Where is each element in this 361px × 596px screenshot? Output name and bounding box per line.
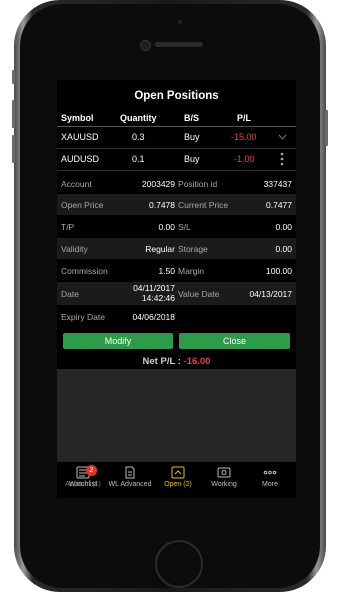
storage-label: Storage xyxy=(178,244,208,254)
open-price-value: 0.7478 xyxy=(149,200,175,210)
row-divider xyxy=(57,170,296,171)
detail-row-prices: Open Price 0.7478 Current Price 0.7477 xyxy=(57,194,296,215)
validity-label: Validity xyxy=(61,244,88,254)
date-value-time: 14:42:46 xyxy=(141,293,175,303)
account-value: 2003429 xyxy=(141,179,175,189)
position-side: Buy xyxy=(184,132,200,142)
sl-value: 0.00 xyxy=(275,222,292,232)
column-header-side: B/S xyxy=(184,113,200,123)
tab-wl-advanced-label: WL Advanced xyxy=(108,481,152,488)
detail-row-expiry: Expiry Date 04/06/2018 xyxy=(57,306,296,327)
position-quantity: 0.3 xyxy=(132,132,145,142)
position-row[interactable]: XAUUSD 0.3 Buy -15.00 xyxy=(57,127,296,148)
commission-value: 1.50 xyxy=(158,266,175,276)
earpiece-speaker xyxy=(155,42,203,47)
volume-down-button xyxy=(12,135,15,163)
margin-label: Margin xyxy=(178,266,204,276)
open-positions-icon xyxy=(171,466,185,479)
detail-row-tp-sl: T/P 0.00 S/L 0.00 xyxy=(57,216,296,237)
position-symbol: AUDUSD xyxy=(61,154,100,164)
net-pl-label: Net P/L : xyxy=(142,356,181,367)
column-header-pl: P/L xyxy=(237,113,252,123)
tab-account-label: Account (1) xyxy=(65,481,101,488)
date-value-day: 04/11/2017 xyxy=(133,283,175,293)
tab-wl-advanced[interactable]: WL Advanced xyxy=(105,466,155,488)
working-orders-icon xyxy=(217,467,231,478)
volume-up-button xyxy=(12,100,15,128)
home-button[interactable] xyxy=(155,540,203,588)
position-quantity: 0.1 xyxy=(132,154,145,164)
more-horizontal-icon xyxy=(263,470,277,475)
tp-label: T/P xyxy=(61,222,75,232)
position-row[interactable]: AUDUSD 0.1 Buy -1.00 xyxy=(57,149,296,170)
tab-label-stack: Watchlist Account (1) xyxy=(59,481,107,490)
detail-row-account: Account 2003429 Position id 337437 xyxy=(57,173,296,194)
net-pl-value: -16.00 xyxy=(183,356,211,367)
commission-label: Commission xyxy=(61,266,108,276)
expiry-date-label: Expiry Date xyxy=(61,312,105,322)
current-price-value: 0.7477 xyxy=(266,200,292,210)
detail-row-commission: Commission 1.50 Margin 100.00 xyxy=(57,260,296,281)
position-pl: -15.00 xyxy=(231,132,257,142)
tab-watchlist[interactable]: 2 Watchlist Account (1) xyxy=(59,465,107,490)
value-date-value: 04/13/2017 xyxy=(249,289,292,299)
tab-more-label: More xyxy=(262,481,278,488)
close-button[interactable]: Close xyxy=(179,333,290,349)
expiry-date-value: 04/06/2018 xyxy=(132,312,175,322)
net-pl-summary: Net P/L : -16.00 xyxy=(57,356,296,367)
more-vertical-icon[interactable] xyxy=(280,151,284,167)
value-date-label: Value Date xyxy=(178,289,220,299)
sl-label: S/L xyxy=(178,222,191,232)
power-button xyxy=(325,110,328,146)
position-pl: -1.00 xyxy=(234,154,255,164)
detail-row-validity: Validity Regular Storage 0.00 xyxy=(57,238,296,259)
column-header-quantity: Quantity xyxy=(120,113,157,123)
position-side: Buy xyxy=(184,154,200,164)
column-header-symbol: Symbol xyxy=(61,113,94,123)
notification-badge: 2 xyxy=(86,465,97,476)
mute-switch xyxy=(12,70,15,84)
page-title: Open Positions xyxy=(134,90,219,102)
tab-working[interactable]: Working xyxy=(200,466,248,488)
bottom-tab-bar: 2 Watchlist Account (1) WL Advanced Open… xyxy=(57,461,296,498)
chevron-down-icon[interactable] xyxy=(278,134,287,140)
open-price-label: Open Price xyxy=(61,200,104,210)
date-label: Date xyxy=(61,289,79,299)
tab-open-label: Open (2) xyxy=(164,481,192,488)
position-id-value: 337437 xyxy=(263,179,292,189)
modify-button[interactable]: Modify xyxy=(63,333,173,349)
tab-working-label: Working xyxy=(211,481,237,488)
position-symbol: XAUUSD xyxy=(61,132,99,142)
tab-open[interactable]: Open (2) xyxy=(154,466,202,488)
front-camera xyxy=(140,40,151,51)
margin-value: 100.00 xyxy=(266,266,292,276)
detail-row-dates: Date 04/11/2017 14:42:46 Value Date 04/1… xyxy=(57,282,296,305)
current-price-label: Current Price xyxy=(178,200,229,210)
position-id-label: Position id xyxy=(178,179,218,189)
document-icon xyxy=(125,466,135,479)
tab-more[interactable]: More xyxy=(246,466,294,488)
validity-value: Regular xyxy=(145,244,175,254)
proximity-sensor xyxy=(178,20,182,24)
tp-value: 0.00 xyxy=(158,222,175,232)
storage-value: 0.00 xyxy=(275,244,292,254)
app-screen: Open Positions Symbol Quantity B/S P/L X… xyxy=(57,80,296,498)
empty-panel xyxy=(57,369,296,461)
account-label: Account xyxy=(61,179,92,189)
